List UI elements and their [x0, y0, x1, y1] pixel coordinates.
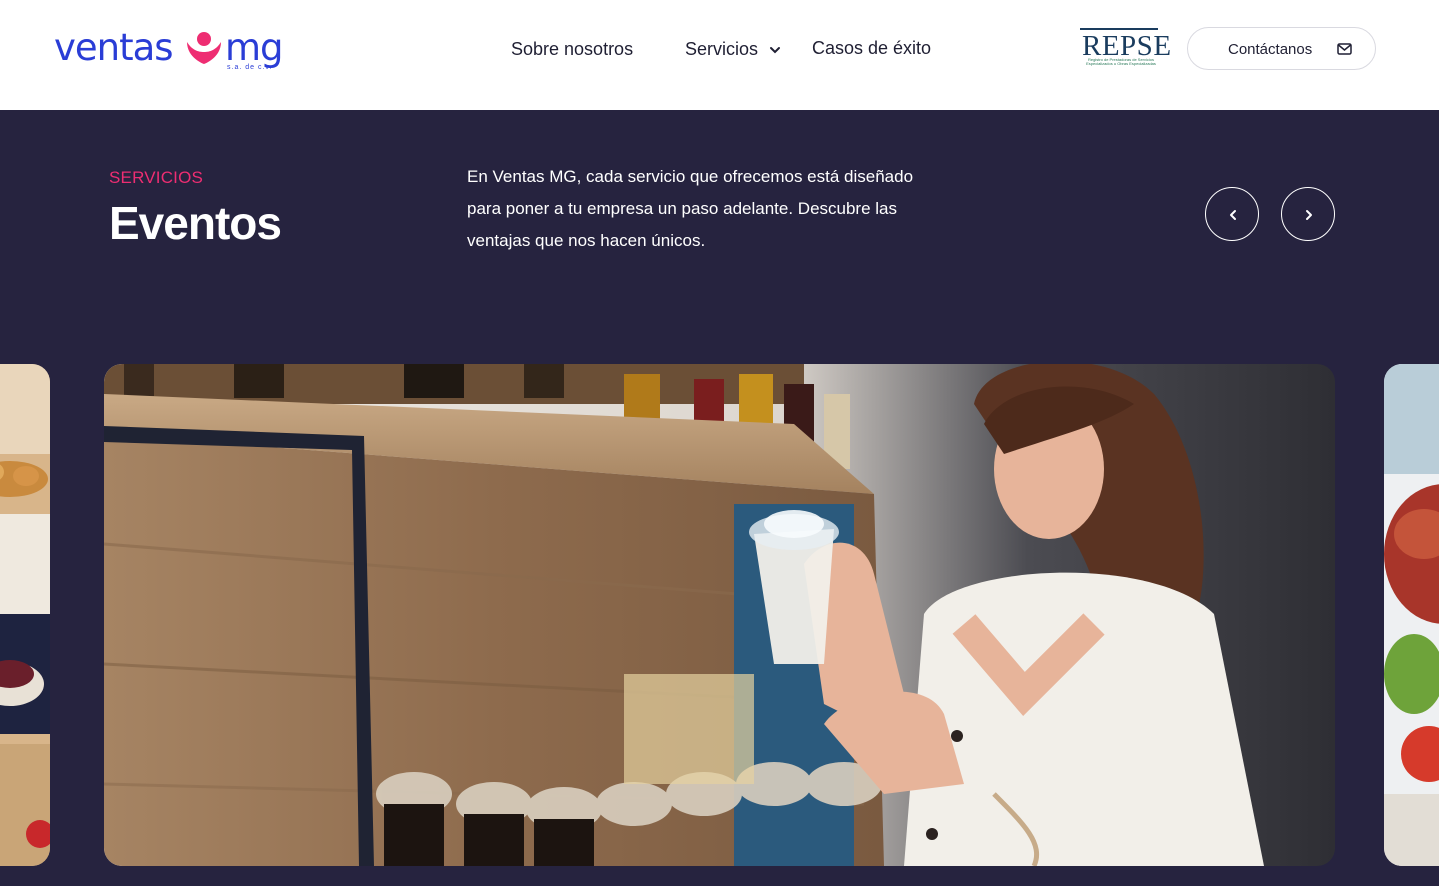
site-header: ventas mg s.a. de c.v. Sobre nosotros Se… [0, 0, 1439, 110]
section-description: En Ventas MG, cada servicio que ofrecemo… [467, 167, 914, 250]
heart-logo-icon [187, 32, 221, 64]
section-eyebrow: SERVICIOS [109, 168, 204, 187]
nav-link-services[interactable]: Servicios [685, 38, 781, 60]
nav-link-about[interactable]: Sobre nosotros [511, 38, 633, 60]
brand-logo[interactable]: ventas mg s.a. de c.v. [54, 26, 294, 76]
logo-word-ventas: ventas [54, 26, 174, 69]
chevron-left-icon [1230, 210, 1236, 220]
nav-services-label: Servicios [685, 39, 759, 59]
repse-badge: REPSE Registro de Prestadoras de Servici… [1080, 28, 1171, 68]
contact-button-label: Contáctanos [1228, 41, 1313, 58]
nav-link-cases[interactable]: Casos de éxito [812, 37, 931, 59]
pastries-photo [0, 364, 50, 866]
carousel-slide-food[interactable] [1384, 364, 1439, 866]
repse-subtitle: Registro de Prestadoras de Servicios Esp… [1086, 57, 1156, 66]
chevron-right-icon [1306, 210, 1312, 220]
carousel-next-button[interactable] [1281, 187, 1335, 241]
carousel-slide-pastries[interactable] [0, 364, 50, 866]
mail-icon [1337, 43, 1352, 55]
page-title: Eventos [109, 197, 282, 249]
logo-subtitle: s.a. de c.v. [227, 64, 273, 71]
carousel-prev-button[interactable] [1205, 187, 1259, 241]
chevron-down-icon [770, 47, 781, 54]
carousel-slide-main[interactable] [104, 364, 1335, 866]
contact-button[interactable]: Contáctanos [1187, 27, 1376, 70]
food-photo [1384, 364, 1439, 866]
woman-shopping-photo [104, 364, 1335, 866]
